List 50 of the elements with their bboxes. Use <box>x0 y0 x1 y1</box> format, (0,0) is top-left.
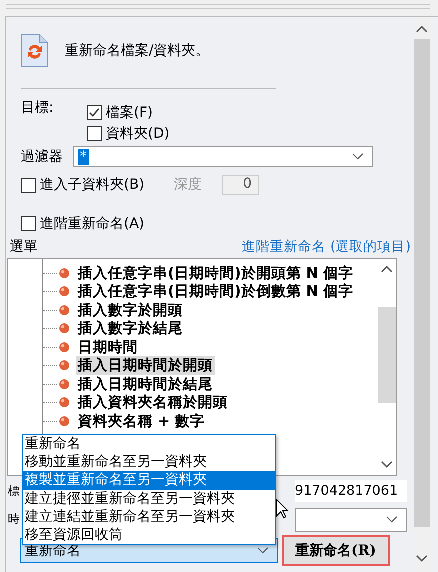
row-label: 標 <box>8 482 20 500</box>
scroll-down-icon[interactable] <box>381 461 393 469</box>
bullet-icon <box>59 268 70 279</box>
dropdown-option[interactable]: 建立連結並重新命名至另一資料夾 <box>23 508 275 526</box>
dropdown-option[interactable]: 建立捷徑並重新命名至另一資料夾 <box>23 490 275 508</box>
tree-item[interactable]: 資料夾名稱 + 數字 <box>76 412 208 431</box>
value-field[interactable]: 917042817061 <box>295 480 407 502</box>
depth-label: 深度 <box>174 176 203 194</box>
dropdown-option[interactable]: 移動並重新命名至另一資料夾 <box>23 453 275 472</box>
checkmark-icon <box>88 106 101 119</box>
target-label: 目標: <box>21 99 55 118</box>
bullet-icon <box>59 416 70 427</box>
tree-item[interactable]: 插入資料夾名稱於開頭 <box>76 393 230 412</box>
tree-item[interactable]: 插入日期時間於開頭 <box>76 356 215 376</box>
scroll-up-icon[interactable] <box>416 25 428 33</box>
advanced-rename-checkbox[interactable]: 進階重新命名(A) <box>21 214 413 233</box>
rename-button[interactable]: 重新命名(R) <box>282 535 390 566</box>
bullet-icon <box>59 286 70 298</box>
filter-label: 過濾器 <box>21 148 64 166</box>
bullet-icon <box>59 378 70 390</box>
bullet-icon <box>59 342 70 353</box>
row-label: 時 <box>8 511 20 528</box>
advanced-rename-link[interactable]: 進階重新命名 (選取的項目) <box>242 238 411 256</box>
bullet-icon <box>59 323 70 334</box>
tree-item[interactable]: 插入數字於結尾 <box>76 319 185 338</box>
caret-icon <box>257 547 269 554</box>
tree-item[interactable]: 插入日期時間於結尾 <box>76 374 215 394</box>
target-checkbox[interactable]: 資料夾(D) <box>87 124 170 143</box>
rename-file-icon <box>21 34 49 68</box>
tree-item[interactable]: 日期時間 <box>76 338 140 357</box>
tree-item[interactable]: 插入任意字串(日期時間)於開頭第 N 個字 <box>76 264 356 283</box>
panel-scrollbar[interactable] <box>413 17 430 572</box>
bullet-icon <box>59 360 70 372</box>
scroll-up-icon[interactable] <box>381 265 393 273</box>
subfolders-checkbox[interactable]: 進入子資料夾(B) <box>21 176 174 194</box>
dropdown-option[interactable]: 重新命名 <box>23 435 275 454</box>
tree-item[interactable]: 插入任意字串(日期時間)於倒數第 N 個字 <box>76 282 356 302</box>
dropdown-field[interactable] <box>295 508 407 532</box>
menu-label: 選單 <box>10 238 38 256</box>
caret-icon <box>352 153 364 160</box>
target-checkbox[interactable]: 檔案(F) <box>87 103 170 122</box>
panel-title: 重新命名檔案/資料夾。 <box>65 42 210 60</box>
caret-icon <box>386 516 398 523</box>
depth-field[interactable]: 0 <box>222 175 259 195</box>
bullet-icon <box>59 304 70 316</box>
filter-field[interactable]: * <box>73 146 373 167</box>
scroll-down-icon[interactable] <box>416 555 428 563</box>
bullet-icon <box>59 397 70 408</box>
tree-item[interactable]: 插入數字於開頭 <box>76 300 185 320</box>
dropdown-option[interactable]: 複製並重新命名至另一資料夾 <box>23 471 275 490</box>
